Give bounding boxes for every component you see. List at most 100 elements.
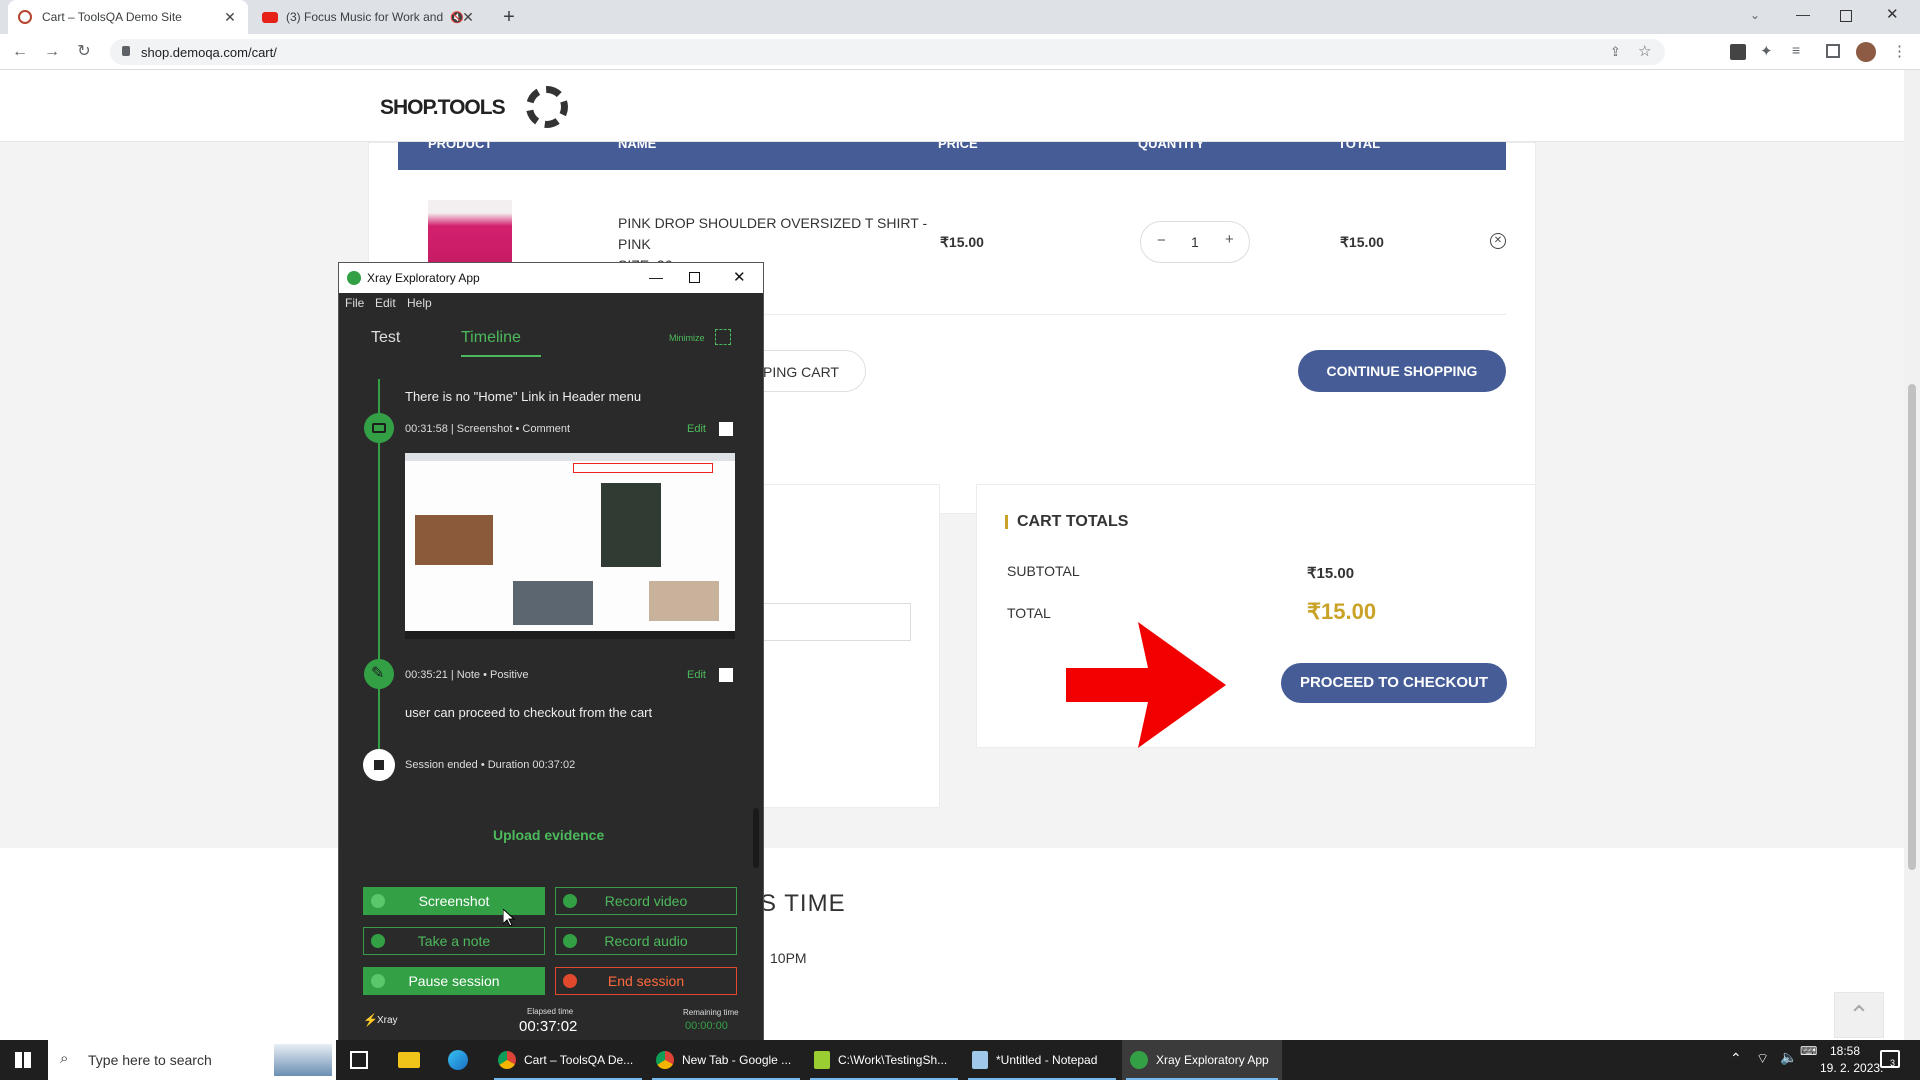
notepad-icon (972, 1051, 988, 1069)
page-scrollbar[interactable] (1904, 70, 1920, 1040)
screenshot-button-icon (371, 894, 385, 908)
end-session-icon (563, 974, 577, 988)
record-audio-button[interactable]: Record audio (555, 927, 737, 955)
forward-arrow-icon[interactable]: → (42, 42, 62, 62)
url-text: shop.demoqa.com/cart/ (141, 45, 277, 60)
back-arrow-icon[interactable]: ← (10, 42, 30, 62)
elapsed-time-value: 00:37:02 (519, 1018, 578, 1035)
taskbar-notepad[interactable]: *Untitled - Notepad (964, 1040, 1120, 1080)
screenshot-entry-meta: 00:31:58 | Screenshot • Comment (405, 423, 571, 435)
taskbar-app-label: Xray Exploratory App (1156, 1053, 1269, 1067)
menu-help[interactable]: Help (407, 296, 432, 310)
search-icon: ⌕ (60, 1050, 69, 1067)
side-panel-icon[interactable] (1826, 44, 1840, 58)
xray-minimize-icon[interactable]: — (649, 269, 663, 285)
xray-close-icon[interactable]: ✕ (733, 268, 746, 286)
qty-plus-button[interactable]: + (1225, 231, 1234, 248)
previous-entry-text: There is no "Home" Link in Header menu (405, 389, 642, 404)
pause-session-label: Pause session (408, 973, 500, 989)
screenshot-edit-link[interactable]: Edit (687, 423, 706, 435)
task-view-icon[interactable] (350, 1051, 368, 1069)
screenshot-button[interactable]: Screenshot (363, 887, 545, 915)
share-icon[interactable]: ⇪ (1610, 44, 1621, 60)
bookmark-star-icon[interactable]: ☆ (1638, 42, 1651, 60)
taskbar-chrome-newtab[interactable]: New Tab - Google ... (648, 1040, 804, 1080)
notifications-icon[interactable]: 3 (1880, 1050, 1900, 1068)
taskbar-chrome-cart[interactable]: Cart – ToolsQA De... (490, 1040, 646, 1080)
minimize-link[interactable]: Minimize (669, 333, 705, 343)
close-tab-icon[interactable]: ✕ (222, 9, 238, 25)
minimize-view-icon[interactable] (715, 329, 731, 345)
tray-language-icon[interactable]: ⌨ (1800, 1044, 1817, 1058)
remaining-time-label: Remaining time (683, 1008, 739, 1017)
back-to-top-button[interactable]: ⌃ (1834, 992, 1884, 1038)
network-icon[interactable]: ⌔ (1756, 1050, 1769, 1068)
tab-youtube[interactable]: (3) Focus Music for Work and 🔇 ✕ (252, 0, 486, 34)
file-explorer-icon[interactable] (398, 1052, 420, 1068)
xray-title-bar: Xray Exploratory App — ✕ (339, 263, 763, 293)
tab-timeline[interactable]: Timeline (461, 329, 521, 347)
screenshot-entry-checkbox[interactable] (719, 422, 733, 436)
scrollbar-thumb[interactable] (1908, 384, 1916, 870)
take-note-icon (371, 934, 385, 948)
take-note-button[interactable]: Take a note (363, 927, 545, 955)
site-footer: S TIME 10PM ⌃ (0, 848, 1904, 1042)
timeline-scrollbar[interactable] (753, 808, 759, 868)
tab-test[interactable]: Test (371, 329, 400, 347)
clock-date[interactable]: 19. 2. 2023. (1820, 1061, 1883, 1075)
media-queue-icon[interactable]: ≡ (1792, 42, 1800, 58)
tab-search-chevron-icon[interactable]: ⌄ (1750, 8, 1760, 22)
xray-app-icon (1130, 1051, 1148, 1069)
windows-start-icon[interactable] (15, 1052, 31, 1068)
volume-icon[interactable]: 🔈 (1780, 1049, 1797, 1066)
clock-time[interactable]: 18:58 (1830, 1044, 1860, 1058)
close-tab-icon[interactable]: ✕ (460, 9, 476, 25)
pause-session-button[interactable]: Pause session (363, 967, 545, 995)
footer-heading: S TIME (760, 890, 846, 917)
profile-avatar[interactable] (1856, 42, 1876, 62)
window-close-icon[interactable]: ✕ (1886, 5, 1899, 23)
end-session-button[interactable]: End session (555, 967, 737, 995)
taskbar-folder[interactable]: C:\Work\TestingSh... (806, 1040, 962, 1080)
note-entry-text: user can proceed to checkout from the ca… (405, 705, 653, 720)
remaining-time-value: 00:00:00 (685, 1020, 728, 1032)
session-ended-text: Session ended • Duration 00:37:02 (405, 759, 576, 771)
record-video-button[interactable]: Record video (555, 887, 737, 915)
puzzle-extensions-icon[interactable]: ✦ (1760, 42, 1773, 60)
logo-gear-icon (526, 86, 568, 128)
proceed-to-checkout-button[interactable]: PROCEED TO CHECKOUT (1281, 663, 1507, 703)
heading-accent-bar (1005, 515, 1008, 529)
xray-window-title: Xray Exploratory App (367, 271, 480, 285)
window-restore-icon[interactable] (1840, 10, 1852, 22)
upload-evidence-link[interactable]: Upload evidence (493, 827, 604, 843)
microphone-icon (563, 934, 577, 948)
window-minimize-icon[interactable]: — (1796, 6, 1810, 22)
site-logo[interactable]: SHOP.TOOLS (380, 96, 506, 120)
tab-cart[interactable]: Cart – ToolsQA Demo Site ✕ (8, 0, 248, 34)
taskbar-xray[interactable]: Xray Exploratory App (1122, 1040, 1282, 1080)
qty-minus-button[interactable]: − (1157, 232, 1166, 249)
more-menu-icon[interactable]: ⋮ (1892, 42, 1907, 60)
reload-icon[interactable]: ↻ (74, 42, 94, 62)
continue-shopping-button[interactable]: CONTINUE SHOPPING (1298, 350, 1506, 392)
screenshot-preview[interactable] (405, 453, 735, 639)
header-product: PRODUCT (428, 142, 493, 151)
tray-chevron-icon[interactable]: ⌃ (1730, 1050, 1742, 1067)
search-highlight-image (274, 1044, 332, 1076)
xray-maximize-icon[interactable] (689, 272, 700, 283)
quantity-stepper: − 1 + (1140, 221, 1250, 263)
menu-edit[interactable]: Edit (375, 296, 396, 310)
pencil-icon: ✎ (364, 659, 394, 689)
menu-file[interactable]: File (345, 296, 364, 310)
end-session-label: End session (607, 973, 685, 989)
note-entry-checkbox[interactable] (719, 668, 733, 682)
edge-browser-icon[interactable] (448, 1050, 468, 1070)
qty-value[interactable]: 1 (1191, 234, 1199, 250)
address-bar[interactable]: shop.demoqa.com/cart/ ⇪ ☆ (110, 39, 1665, 65)
new-tab-button[interactable]: + (498, 6, 520, 28)
remove-item-icon[interactable]: ✕ (1490, 233, 1506, 249)
note-edit-link[interactable]: Edit (687, 669, 706, 681)
extension-icon[interactable] (1730, 44, 1746, 60)
taskbar-search-box[interactable]: ⌕ Type here to search (48, 1040, 336, 1080)
toolsqa-favicon-icon (18, 10, 32, 24)
